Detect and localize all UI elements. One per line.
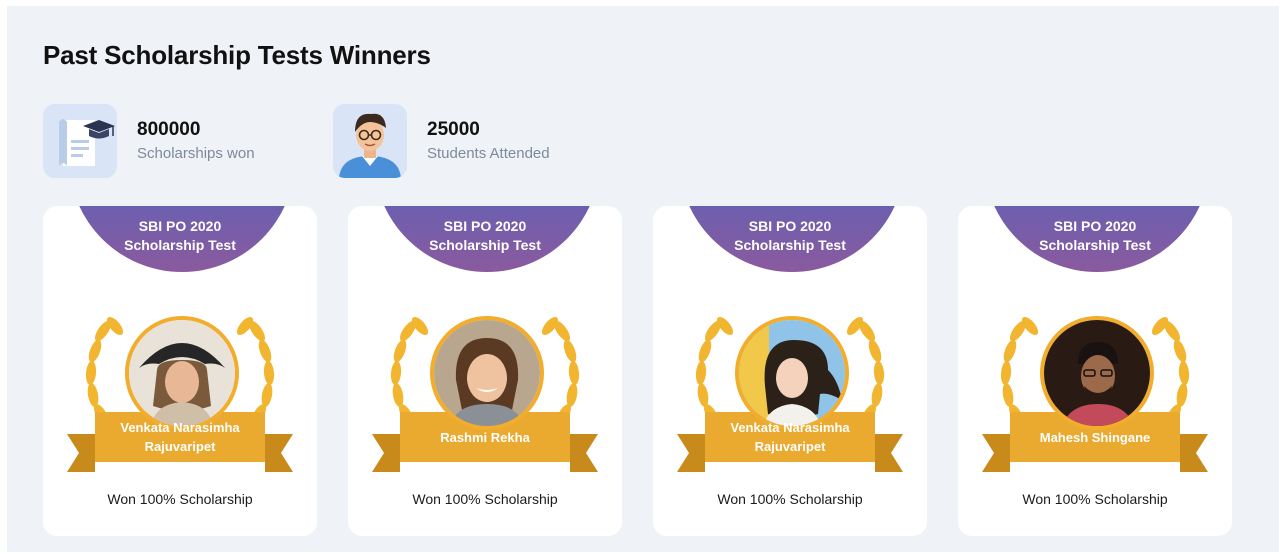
- winner-photo: [1040, 316, 1154, 430]
- winner-name: Rashmi Rekha: [440, 430, 530, 445]
- winner-name: Mahesh Shingane: [1039, 430, 1151, 445]
- stat-value-scholarships: 800000: [137, 119, 201, 140]
- winner-card[interactable]: SBI PO 2020 Scholarship Test: [653, 206, 927, 536]
- student-avatar-icon: [333, 104, 407, 178]
- scholarship-result: Won 100% Scholarship: [1022, 491, 1168, 507]
- winner-name: Venkata Narasimha: [120, 420, 240, 435]
- winner-card[interactable]: SBI PO 2020 Scholarship Test: [43, 206, 317, 536]
- scholarship-result: Won 100% Scholarship: [412, 491, 558, 507]
- winner-name-line2: Rajuvaripet: [144, 439, 216, 454]
- winner-name-line2: Rajuvaripet: [754, 439, 826, 454]
- winners-panel: Past Scholarship Tests Winners 800000 Sc…: [7, 6, 1279, 552]
- scholarship-result: Won 100% Scholarship: [717, 491, 863, 507]
- stat-value-students: 25000: [427, 119, 480, 140]
- stat-label-students: Students Attended: [427, 145, 550, 162]
- winner-card[interactable]: SBI PO 2020 Scholarship Test: [348, 206, 622, 536]
- section-title: Past Scholarship Tests Winners: [43, 40, 431, 70]
- winner-photo: [735, 316, 849, 430]
- winner-photo: [125, 316, 239, 430]
- winner-card[interactable]: SBI PO 2020 Scholarship Test: [958, 206, 1232, 536]
- winner-name: Venkata Narasimha: [730, 420, 850, 435]
- stat-scholarships: 800000 Scholarships won: [43, 104, 255, 178]
- scholarship-certificate-icon: [43, 104, 117, 178]
- winner-photo: [430, 316, 544, 430]
- stat-students: 25000 Students Attended: [333, 104, 550, 178]
- stat-label-scholarships: Scholarships won: [137, 145, 255, 162]
- scholarship-result: Won 100% Scholarship: [107, 491, 253, 507]
